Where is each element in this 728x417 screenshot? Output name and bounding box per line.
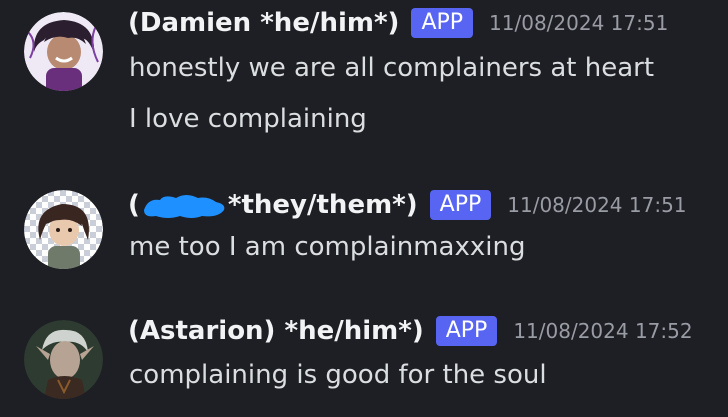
message-text: honestly we are all complainers at heart [129, 53, 655, 83]
timestamp[interactable]: 11/08/2024 17:51 [507, 193, 686, 217]
redaction-scribble [143, 194, 225, 218]
message-text: I love complaining [129, 104, 367, 134]
chat-message-list: (Damien *he/him*) APP 11/08/2024 17:51 h… [0, 0, 728, 417]
avatar[interactable] [24, 320, 103, 399]
app-badge: APP [411, 8, 474, 38]
username[interactable]: (Damien *he/him*) [128, 8, 399, 38]
message-header: (Astarion) *he/him*) APP 11/08/2024 17:5… [128, 316, 693, 346]
message-header: (Damien *he/him*) APP 11/08/2024 17:51 [128, 8, 668, 38]
timestamp[interactable]: 11/08/2024 17:52 [513, 319, 692, 343]
app-badge: APP [429, 190, 492, 220]
message-text: me too I am complainmaxxing [129, 232, 526, 262]
username-suffix: *they/them*) [227, 190, 418, 220]
timestamp[interactable]: 11/08/2024 17:51 [489, 11, 668, 35]
message-text: complaining is good for the soul [129, 360, 547, 390]
message-header: ( *they/them*) APP 11/08/2024 17:51 [128, 190, 687, 220]
avatar[interactable] [24, 190, 103, 269]
avatar[interactable] [24, 12, 103, 91]
avatar-checkered-character-icon [24, 190, 103, 269]
username[interactable]: (Astarion) *he/him*) [128, 316, 424, 346]
avatar-elf-character-icon [24, 320, 103, 399]
app-badge: APP [435, 316, 498, 346]
username[interactable]: ( *they/them*) [128, 190, 418, 220]
avatar-curly-hair-character-icon [24, 12, 103, 91]
username-prefix: ( [128, 190, 140, 220]
